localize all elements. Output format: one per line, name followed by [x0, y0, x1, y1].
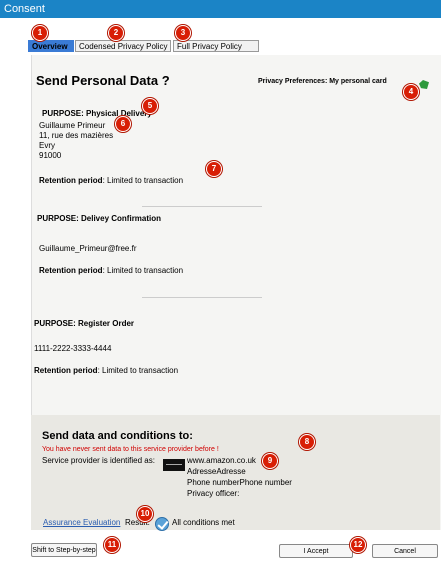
retention-value: : Limited to transaction: [102, 266, 184, 275]
cancel-button[interactable]: Cancel: [372, 544, 438, 558]
shift-to-step-by-step-button[interactable]: Shift to Step-by-step: [31, 543, 97, 557]
accept-button[interactable]: I Accept: [279, 544, 353, 558]
divider: [142, 206, 262, 207]
purpose-physical-delivery-title: PURPOSE: Physical Delivery: [42, 109, 152, 118]
purpose-data-line: 11, rue des mazières: [39, 131, 114, 140]
purpose-data-line: 1111-2222-3333-4444: [34, 344, 112, 353]
provider-address: AdresseAdresse: [187, 467, 246, 476]
annotation-badge-8: 8: [299, 434, 315, 450]
retention-period: Retention period: Limited to transaction: [39, 266, 183, 276]
page-title: Send Personal Data ?: [36, 73, 170, 88]
retention-period: Retention period: Limited to transaction: [39, 176, 183, 186]
purpose-data-line: 91000: [39, 151, 62, 160]
tab-full-privacy-policy[interactable]: Full Privacy Policy: [173, 40, 259, 52]
assurance-result-value: All conditions met: [172, 518, 235, 527]
purpose-register-order-title: PURPOSE: Register Order: [34, 319, 135, 328]
annotation-badge-6: 6: [115, 116, 131, 132]
assurance-evaluation-link[interactable]: Assurance Evaluation: [43, 518, 120, 528]
annotation-badge-9: 9: [262, 453, 278, 469]
annotation-badge-5: 5: [142, 98, 158, 114]
never-sent-warning: You have never sent data to this service…: [42, 446, 219, 453]
privacy-preferences-label[interactable]: Privacy Preferences: My personal card: [258, 78, 387, 85]
annotation-badge-10: 10: [137, 506, 153, 522]
purpose-data-line: Guillaume Primeur: [39, 121, 106, 130]
annotation-badge-2: 2: [108, 25, 124, 41]
purpose-data-line: Guillaume_Primeur@free.fr: [39, 244, 137, 253]
purpose-delivery-confirmation-title: PURPOSE: Delivey Confirmation: [37, 214, 162, 223]
divider: [142, 297, 262, 298]
annotation-badge-12: 12: [350, 537, 366, 553]
tab-overview[interactable]: Overview: [28, 40, 74, 52]
identified-label: Service provider is identified as:: [42, 456, 155, 465]
retention-label: Retention period: [34, 366, 98, 375]
retention-value: : Limited to transaction: [102, 176, 184, 185]
retention-period: Retention period: Limited to transaction: [34, 366, 178, 376]
annotation-badge-1: 1: [32, 25, 48, 41]
annotation-badge-3: 3: [175, 25, 191, 41]
provider-url: www.amazon.co.uk: [187, 456, 256, 465]
retention-label: Retention period: [39, 266, 103, 275]
conditions-title: Send data and conditions to:: [42, 430, 193, 442]
retention-label: Retention period: [39, 176, 103, 185]
tab-condensed-privacy-policy[interactable]: Codensed Privacy Policy: [75, 40, 171, 52]
annotation-badge-4: 4: [403, 84, 419, 100]
provider-logo: [163, 459, 185, 471]
privacy-officer: Privacy officer:: [187, 489, 240, 498]
window-title: Consent: [0, 0, 441, 18]
retention-value: : Limited to transaction: [97, 366, 179, 375]
provider-phone: Phone numberPhone number: [187, 478, 292, 487]
check-icon: [155, 517, 169, 531]
purpose-data-line: Evry: [39, 141, 55, 150]
annotation-badge-11: 11: [104, 537, 120, 553]
annotation-badge-7: 7: [206, 161, 222, 177]
